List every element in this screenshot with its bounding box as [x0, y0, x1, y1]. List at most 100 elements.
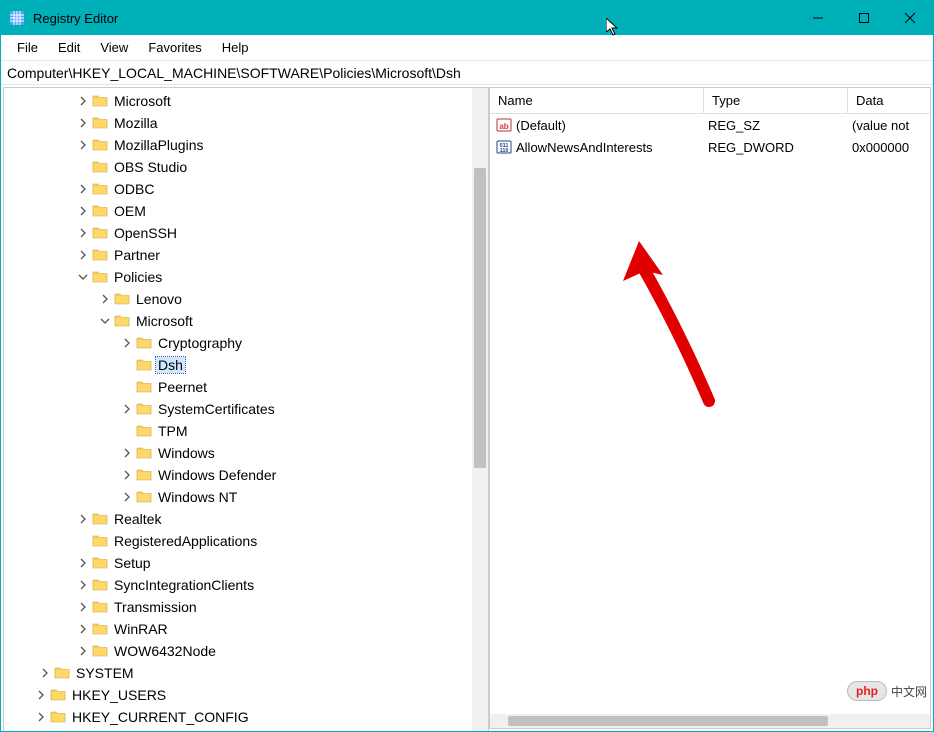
chevron-right-icon[interactable] — [76, 512, 90, 526]
titlebar[interactable]: Registry Editor — [1, 1, 933, 35]
minimize-button[interactable] — [795, 1, 841, 35]
tree-label: Peernet — [156, 379, 209, 395]
tree-node[interactable]: Cryptography — [4, 332, 488, 354]
tree-node[interactable]: HKEY_CURRENT_CONFIG — [4, 706, 488, 728]
tree-label: OpenSSH — [112, 225, 179, 241]
value-row[interactable]: ab(Default)REG_SZ(value not — [490, 114, 930, 136]
chevron-right-icon[interactable] — [120, 336, 134, 350]
tree-node[interactable]: Windows — [4, 442, 488, 464]
tree-label: WOW6432Node — [112, 643, 218, 659]
tree-scrollbar[interactable] — [472, 88, 488, 731]
tree-node[interactable]: WinRAR — [4, 618, 488, 640]
close-button[interactable] — [887, 1, 933, 35]
tree-label: WinRAR — [112, 621, 170, 637]
menubar: File Edit View Favorites Help — [1, 35, 933, 61]
tree-node[interactable]: Partner — [4, 244, 488, 266]
chevron-right-icon[interactable] — [34, 710, 48, 724]
tree-label: Windows — [156, 445, 217, 461]
list-hscrollbar[interactable] — [490, 714, 930, 728]
chevron-right-icon[interactable] — [76, 94, 90, 108]
chevron-right-icon[interactable] — [38, 666, 52, 680]
tree-label: Cryptography — [156, 335, 244, 351]
tree-node[interactable]: HKEY_USERS — [4, 684, 488, 706]
expander-empty — [120, 424, 134, 438]
chevron-right-icon[interactable] — [76, 556, 90, 570]
menu-file[interactable]: File — [7, 38, 48, 57]
tree-node[interactable]: RegisteredApplications — [4, 530, 488, 552]
tree-node[interactable]: SystemCertificates — [4, 398, 488, 420]
tree-node[interactable]: Lenovo — [4, 288, 488, 310]
expander-empty — [120, 358, 134, 372]
chevron-right-icon[interactable] — [76, 182, 90, 196]
chevron-down-icon[interactable] — [76, 270, 90, 284]
tree-label: Partner — [112, 247, 162, 263]
chevron-right-icon[interactable] — [120, 468, 134, 482]
chevron-right-icon[interactable] — [120, 490, 134, 504]
menu-edit[interactable]: Edit — [48, 38, 90, 57]
tree-node[interactable]: Microsoft — [4, 310, 488, 332]
chevron-right-icon[interactable] — [76, 600, 90, 614]
tree-label: Dsh — [156, 357, 185, 373]
column-header-name[interactable]: Name — [490, 88, 704, 113]
tree-node[interactable]: Realtek — [4, 508, 488, 530]
value-row[interactable]: 011110AllowNewsAndInterestsREG_DWORD0x00… — [490, 136, 930, 158]
chevron-right-icon[interactable] — [98, 292, 112, 306]
tree-node[interactable]: Transmission — [4, 596, 488, 618]
expander-empty — [76, 534, 90, 548]
tree-label: SYSTEM — [74, 665, 136, 681]
tree-node[interactable]: Windows Defender — [4, 464, 488, 486]
menu-help[interactable]: Help — [212, 38, 259, 57]
column-header-type[interactable]: Type — [704, 88, 848, 113]
chevron-right-icon[interactable] — [76, 226, 90, 240]
content-area: MicrosoftMozillaMozillaPluginsOBS Studio… — [1, 85, 933, 731]
list-header: Name Type Data — [490, 88, 930, 114]
svg-text:ab: ab — [499, 122, 508, 131]
tree-label: HKEY_USERS — [70, 687, 168, 703]
chevron-right-icon[interactable] — [76, 248, 90, 262]
tree-node[interactable]: Setup — [4, 552, 488, 574]
tree-node[interactable]: TPM — [4, 420, 488, 442]
chevron-down-icon[interactable] — [98, 314, 112, 328]
list-pane: Name Type Data ab(Default)REG_SZ(value n… — [489, 87, 931, 729]
chevron-right-icon[interactable] — [76, 622, 90, 636]
tree-node[interactable]: OpenSSH — [4, 222, 488, 244]
tree-scroll[interactable]: MicrosoftMozillaMozillaPluginsOBS Studio… — [4, 88, 488, 731]
tree-node[interactable]: OBS Studio — [4, 156, 488, 178]
chevron-right-icon[interactable] — [76, 578, 90, 592]
tree-label: Microsoft — [134, 313, 195, 329]
tree-node[interactable]: Peernet — [4, 376, 488, 398]
app-icon — [9, 10, 25, 26]
tree-node[interactable]: ODBC — [4, 178, 488, 200]
chevron-right-icon[interactable] — [34, 688, 48, 702]
tree-node[interactable]: WOW6432Node — [4, 640, 488, 662]
tree-node[interactable]: Windows NT — [4, 486, 488, 508]
tree-node[interactable]: Dsh — [4, 354, 488, 376]
chevron-right-icon[interactable] — [120, 446, 134, 460]
scrollbar-thumb[interactable] — [474, 168, 486, 468]
tree-label: SyncIntegrationClients — [112, 577, 256, 593]
maximize-button[interactable] — [841, 1, 887, 35]
menu-view[interactable]: View — [90, 38, 138, 57]
menu-favorites[interactable]: Favorites — [138, 38, 211, 57]
chevron-right-icon[interactable] — [76, 138, 90, 152]
address-bar[interactable]: Computer\HKEY_LOCAL_MACHINE\SOFTWARE\Pol… — [1, 61, 933, 85]
tree-node[interactable]: OEM — [4, 200, 488, 222]
tree-node[interactable]: Microsoft — [4, 90, 488, 112]
window-title: Registry Editor — [33, 11, 118, 26]
tree-node[interactable]: SyncIntegrationClients — [4, 574, 488, 596]
tree-node[interactable]: MozillaPlugins — [4, 134, 488, 156]
chevron-right-icon[interactable] — [76, 116, 90, 130]
tree-node[interactable]: Mozilla — [4, 112, 488, 134]
scrollbar-thumb[interactable] — [508, 716, 828, 726]
chevron-right-icon[interactable] — [120, 402, 134, 416]
tree-node[interactable]: Policies — [4, 266, 488, 288]
watermark: php 中文网 — [847, 681, 927, 701]
tree-node[interactable]: SYSTEM — [4, 662, 488, 684]
chevron-right-icon[interactable] — [76, 204, 90, 218]
tree-label: Windows Defender — [156, 467, 278, 483]
list-body[interactable]: ab(Default)REG_SZ(value not011110AllowNe… — [490, 114, 930, 728]
chevron-right-icon[interactable] — [76, 644, 90, 658]
column-header-data[interactable]: Data — [848, 88, 930, 113]
value-data: 0x000000 — [852, 140, 930, 155]
tree-label: Lenovo — [134, 291, 184, 307]
